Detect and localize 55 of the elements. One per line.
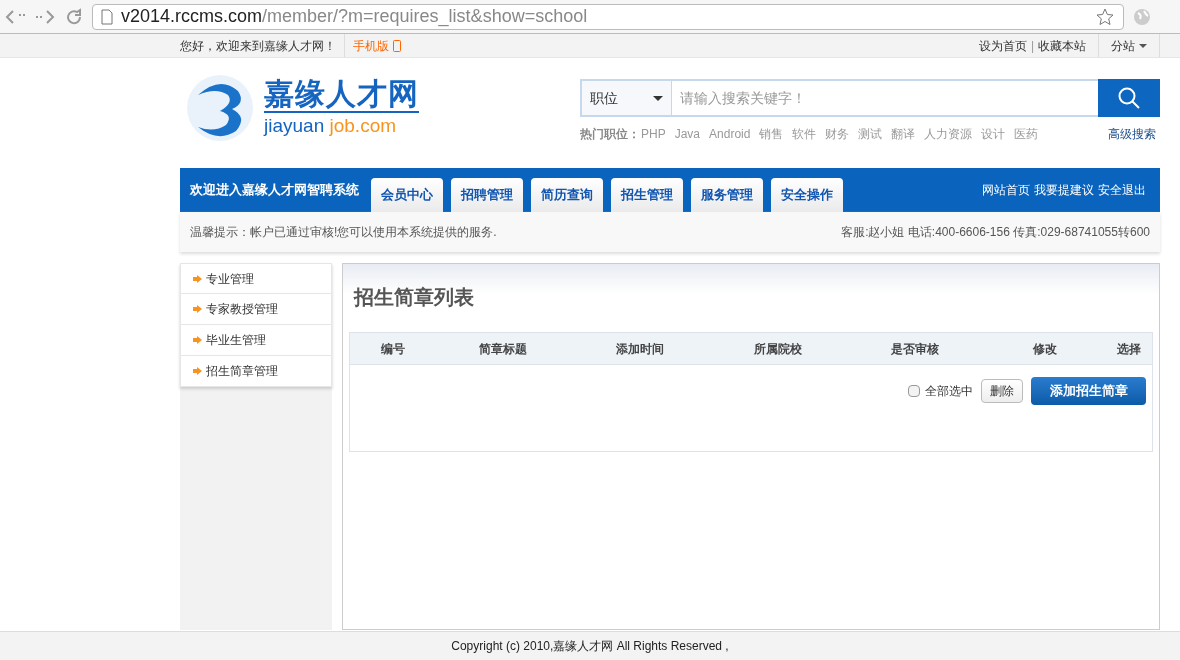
search-icon: [1117, 86, 1141, 110]
column-header: 添加时间: [615, 340, 665, 358]
url-text: v2014.rccms.com/member/?m=requires_list&show=school: [121, 5, 589, 29]
arrow-icon: [193, 274, 202, 283]
top-link[interactable]: 设为首页: [978, 36, 1027, 55]
advanced-search-link[interactable]: 高级搜索: [1108, 125, 1160, 143]
branch-dropdown[interactable]: 分站: [1098, 34, 1160, 57]
contact-text: 客服:赵小姐 电话:400-6606-156 传真:029-68741055转600: [841, 224, 1150, 241]
nav-title: 欢迎进入嘉缘人才网智聘系统: [189, 181, 360, 200]
nav-link[interactable]: 安全退出: [1098, 181, 1146, 199]
logo-domain: jiayuan job.com: [264, 111, 419, 139]
delete-button[interactable]: 删除: [981, 379, 1023, 403]
sidebar-item[interactable]: 专业管理: [180, 263, 332, 294]
nav-link[interactable]: 网站首页: [982, 181, 1030, 199]
nav-tab[interactable]: 会员中心: [371, 178, 443, 212]
sidebar-item[interactable]: 招生简章管理: [180, 356, 332, 387]
sidebar-item[interactable]: 专家教授管理: [180, 294, 332, 325]
logo-name: 嘉缘人才网: [264, 77, 419, 111]
arrow-icon: [193, 336, 202, 344]
category-select[interactable]: 职位: [580, 79, 672, 117]
nav-tab[interactable]: 安全操作: [771, 178, 843, 212]
add-brochure-button[interactable]: 添加招生简章: [1031, 377, 1146, 405]
column-header: 简章标题: [477, 340, 528, 358]
arrow-icon: [193, 367, 202, 375]
sidebar-item[interactable]: 毕业生管理: [180, 325, 332, 356]
star-icon[interactable]: [1095, 6, 1115, 27]
phone-icon: [393, 39, 401, 52]
back-icon[interactable]: [4, 8, 26, 25]
column-header: 选择: [1115, 340, 1142, 358]
select-all-checkbox[interactable]: 全部选中: [908, 382, 973, 400]
hot-label: 热门职位：: [580, 126, 640, 143]
column-header: 编号: [379, 340, 406, 358]
column-header: 所属院校: [752, 340, 803, 358]
search-button[interactable]: [1098, 79, 1160, 117]
address-bar[interactable]: v2014.rccms.com/member/?m=requires_list&show=school: [92, 3, 1124, 30]
separator: |: [1030, 37, 1034, 55]
search-field[interactable]: 请输入搜索关键字！: [672, 79, 1098, 117]
nav-tab[interactable]: 招生管理: [611, 178, 683, 212]
nav-link[interactable]: 我要提建议: [1034, 181, 1094, 199]
nav-tab[interactable]: 服务管理: [691, 178, 763, 212]
nav-tab[interactable]: 简历查询: [531, 178, 603, 212]
arrow-icon: [193, 305, 202, 313]
logo-icon: [184, 73, 256, 143]
welcome-text: 您好，欢迎来到嘉缘人才网！: [180, 37, 337, 55]
forward-icon[interactable]: [34, 8, 56, 25]
page-title: 招生简章列表: [354, 285, 475, 310]
column-header: 是否审核: [890, 340, 940, 358]
column-header: 修改: [1032, 340, 1058, 358]
top-link[interactable]: 收藏本站: [1038, 36, 1086, 55]
page-icon: [101, 8, 113, 25]
globe-icon[interactable]: [1132, 6, 1152, 27]
copyright-text: Copyright (c) 2010,嘉缘人才网 All Rights Reserved ,: [451, 638, 729, 655]
nav-tab[interactable]: 招聘管理: [451, 178, 523, 212]
reload-icon[interactable]: [64, 6, 84, 27]
notice-text: 温馨提示：帐户已通过审核!您可以使用本系统提供的服务.: [190, 224, 497, 241]
